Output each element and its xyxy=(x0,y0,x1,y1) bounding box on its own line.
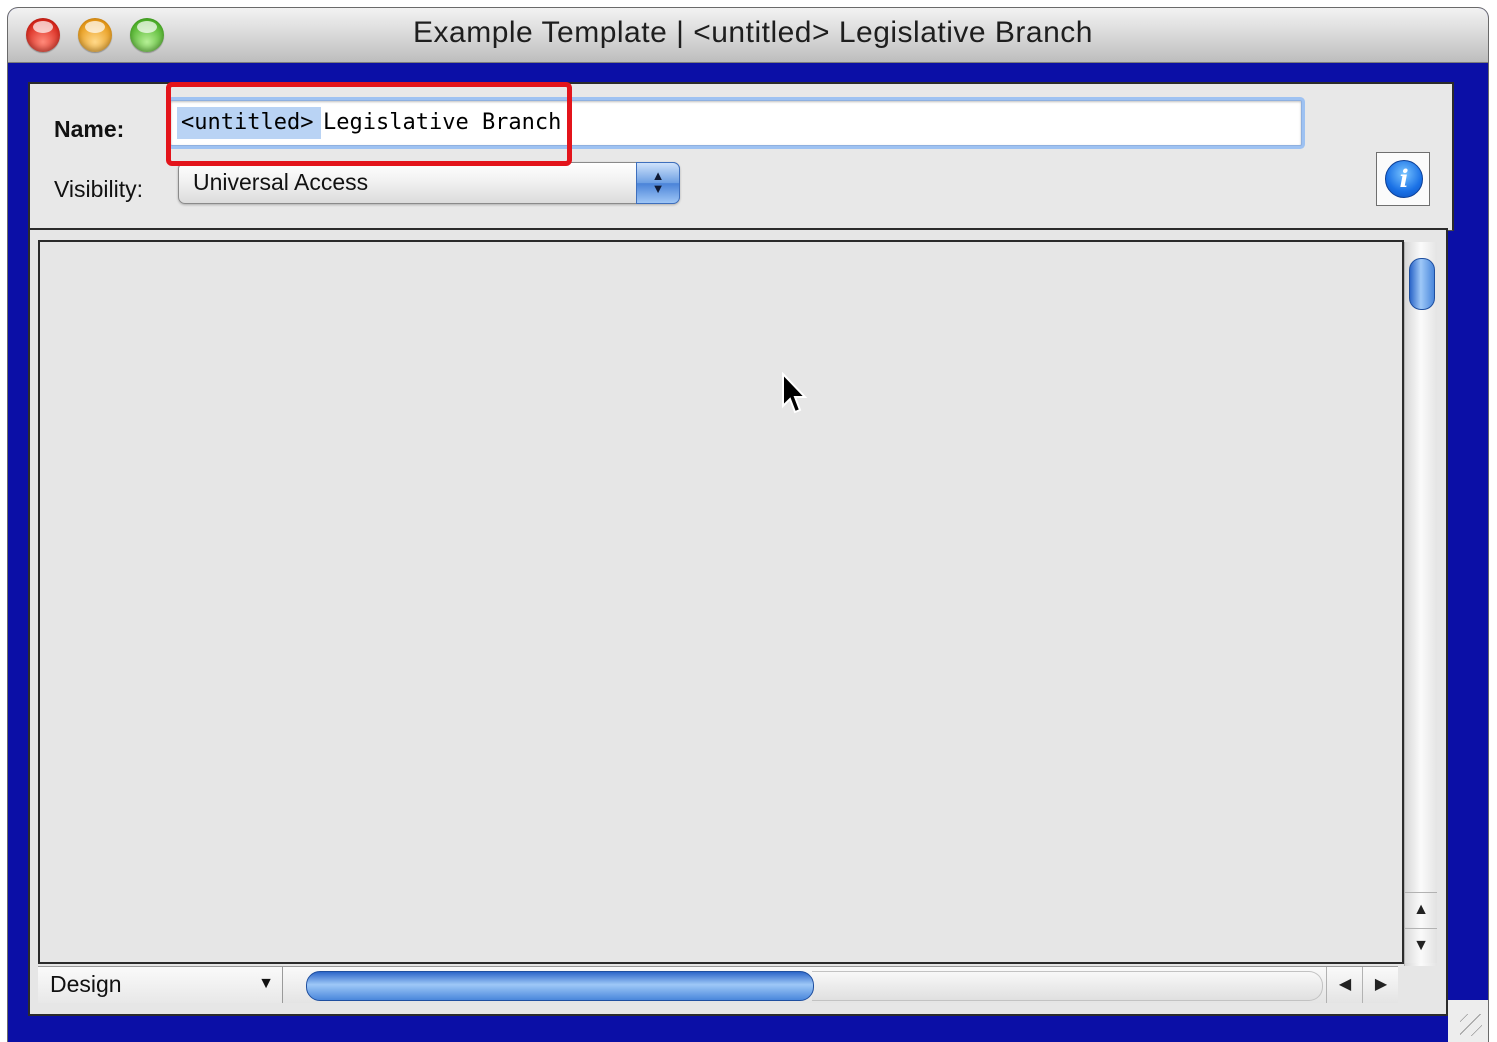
bottom-bar: Design ▼ ◀ ▶ xyxy=(38,966,1398,1003)
scroll-right-icon[interactable]: ▶ xyxy=(1362,967,1399,1003)
window-title: Example Template | <untitled> Legislativ… xyxy=(413,16,1093,49)
visibility-label: Visibility: xyxy=(54,176,144,202)
info-icon: i xyxy=(1385,160,1423,198)
mouse-pointer-icon xyxy=(782,372,808,414)
visibility-select[interactable]: Universal Access ▲ ▼ xyxy=(178,162,680,204)
info-button[interactable]: i xyxy=(1376,152,1430,206)
layout-mode-select[interactable]: Design ▼ xyxy=(38,967,283,1003)
resize-grip-icon[interactable] xyxy=(1448,1000,1488,1042)
title-bar[interactable]: Example Template | <untitled> Legislativ… xyxy=(8,8,1488,63)
layout-canvas[interactable] xyxy=(38,240,1404,964)
horizontal-scroll-thumb[interactable] xyxy=(306,971,814,1001)
scroll-up-icon[interactable]: ▲ xyxy=(1405,892,1437,927)
vertical-scroll-thumb[interactable] xyxy=(1409,258,1435,310)
select-arrows-icon[interactable]: ▲ ▼ xyxy=(636,162,680,204)
layout-mode-value: Design xyxy=(50,971,122,997)
vertical-scrollbar[interactable]: ▲ ▼ xyxy=(1404,242,1437,966)
layout-canvas-frame: ▲ ▼ Design ▼ ◀ ▶ xyxy=(28,228,1448,1016)
highlight-annotation xyxy=(166,82,572,166)
scroll-left-icon[interactable]: ◀ xyxy=(1326,967,1363,1003)
scroll-down-icon[interactable]: ▼ xyxy=(1405,928,1437,963)
chevron-down-icon: ▼ xyxy=(258,975,274,992)
visibility-value: Universal Access xyxy=(193,169,369,195)
horizontal-scroll-track[interactable] xyxy=(812,971,1323,1001)
name-label: Name: xyxy=(54,116,125,142)
